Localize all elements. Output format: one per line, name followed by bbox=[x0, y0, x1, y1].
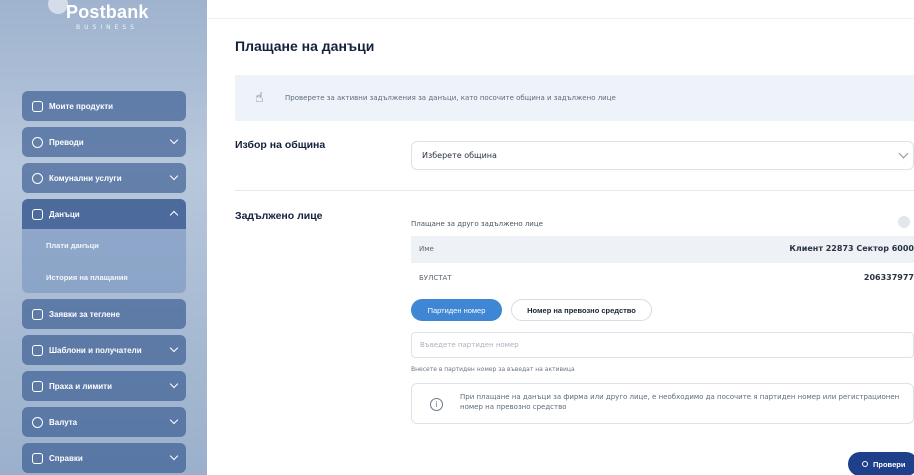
input-hint: Внесете в партиден номер за въведат на а… bbox=[411, 366, 575, 373]
limits-icon bbox=[32, 380, 43, 392]
search-icon bbox=[862, 461, 868, 467]
chevron-down-icon bbox=[169, 451, 179, 461]
sidebar-subitem-payment-history[interactable]: История на плащания bbox=[22, 261, 186, 293]
sidebar-item-label: Валута bbox=[49, 417, 78, 427]
sidebar-item-transfers[interactable]: Преводи bbox=[22, 127, 186, 157]
info-note: i При плащане на данъци за фирма или дру… bbox=[411, 383, 914, 424]
sidebar-item-label: Справки bbox=[49, 453, 83, 463]
chevron-down-icon bbox=[169, 343, 179, 353]
tab-vehicle-number[interactable]: Номер на превозно средство bbox=[511, 299, 652, 321]
check-button[interactable]: Провери bbox=[848, 452, 914, 475]
municipality-select-value: Изберете община bbox=[422, 151, 497, 160]
chevron-up-icon bbox=[169, 210, 179, 220]
sidebar: Postbank BUSINESS Моите продукти Преводи… bbox=[0, 0, 207, 475]
logo-text: Postbank bbox=[66, 2, 149, 22]
sidebar-item-label: Праха и лимити bbox=[49, 381, 113, 391]
sidebar-item-label: Комунални услуги bbox=[49, 173, 122, 183]
sidebar-subitem-pay-taxes[interactable]: Плати данъци bbox=[22, 229, 186, 261]
bulb-icon bbox=[32, 172, 43, 184]
sidebar-item-limits[interactable]: Праха и лимити bbox=[22, 371, 186, 401]
row-label: БУЛСТАТ bbox=[419, 274, 452, 282]
sidebar-item-reports[interactable]: Справки bbox=[22, 443, 186, 473]
transfer-icon bbox=[32, 136, 43, 148]
municipality-select[interactable]: Изберете община bbox=[411, 141, 914, 170]
taxes-submenu: Плати данъци История на плащания bbox=[22, 229, 186, 293]
bank-icon bbox=[32, 308, 43, 320]
chevron-down-icon bbox=[169, 135, 179, 145]
sidebar-item-label: Заявки за теглене bbox=[49, 309, 120, 319]
sidebar-item-label: Шаблони и получатели bbox=[49, 345, 142, 355]
document-icon bbox=[32, 208, 43, 220]
row-value: Клиент 22873 Сектор 6000 bbox=[789, 244, 914, 253]
chevron-down-icon bbox=[898, 148, 909, 159]
sidebar-item-utilities[interactable]: Комунални услуги bbox=[22, 163, 186, 193]
logo-mark-icon bbox=[48, 0, 68, 14]
batch-number-input[interactable]: Въведете партиден номер bbox=[411, 332, 914, 358]
postbank-logo[interactable]: Postbank BUSINESS bbox=[40, 0, 170, 40]
sidebar-item-label: Моите продукти bbox=[49, 101, 114, 111]
report-icon bbox=[32, 452, 43, 464]
sidebar-item-label: Преводи bbox=[49, 137, 84, 147]
sidebar-item-taxes[interactable]: Данъци bbox=[22, 199, 186, 229]
info-text: Проверете за активни задължения за данъц… bbox=[285, 94, 616, 102]
tab-batch-number[interactable]: Партиден номер bbox=[411, 299, 502, 321]
info-icon: i bbox=[430, 398, 443, 411]
note-text: При плащане на данъци за фирма или друго… bbox=[460, 393, 900, 411]
municipality-label: Избор на община bbox=[235, 139, 326, 151]
page-title: Плащане на данъци bbox=[235, 38, 375, 54]
obligor-name-row: Име Клиент 22873 Сектор 6000 bbox=[411, 236, 914, 263]
section-divider bbox=[235, 190, 914, 191]
obligor-label: Задължено лице bbox=[235, 210, 323, 222]
sidebar-nav: Моите продукти Преводи Комунални услуги … bbox=[22, 91, 186, 475]
input-placeholder: Въведете партиден номер bbox=[420, 341, 519, 349]
info-banner: ☝ Проверете за активни задължения за дан… bbox=[235, 75, 914, 121]
other-obligor-toggle[interactable] bbox=[898, 216, 910, 228]
sidebar-item-label: Данъци bbox=[49, 209, 80, 219]
chevron-down-icon bbox=[169, 415, 179, 425]
sidebar-item-withdrawal-requests[interactable]: Заявки за теглене bbox=[22, 299, 186, 329]
wallet-icon bbox=[32, 100, 43, 112]
logo-subtitle: BUSINESS bbox=[76, 24, 138, 31]
chevron-down-icon bbox=[169, 379, 179, 389]
sidebar-item-my-products[interactable]: Моите продукти bbox=[22, 91, 186, 121]
sidebar-item-templates[interactable]: Шаблони и получатели bbox=[22, 335, 186, 365]
pointer-hand-icon: ☝ bbox=[255, 90, 264, 106]
header-divider bbox=[207, 18, 914, 19]
other-obligor-toggle-label: Плащане за друго задължено лице bbox=[411, 220, 543, 228]
sidebar-item-currency[interactable]: Валута bbox=[22, 407, 186, 437]
main-content: Плащане на данъци ☝ Проверете за активни… bbox=[207, 0, 914, 475]
template-icon bbox=[32, 344, 43, 356]
row-value: 206337977 bbox=[863, 273, 914, 282]
chevron-down-icon bbox=[169, 171, 179, 181]
check-button-label: Провери bbox=[873, 459, 906, 469]
currency-icon bbox=[32, 416, 43, 428]
row-label: Име bbox=[419, 245, 434, 253]
obligor-bulstat-row: БУЛСТАТ 206337977 bbox=[411, 265, 914, 292]
